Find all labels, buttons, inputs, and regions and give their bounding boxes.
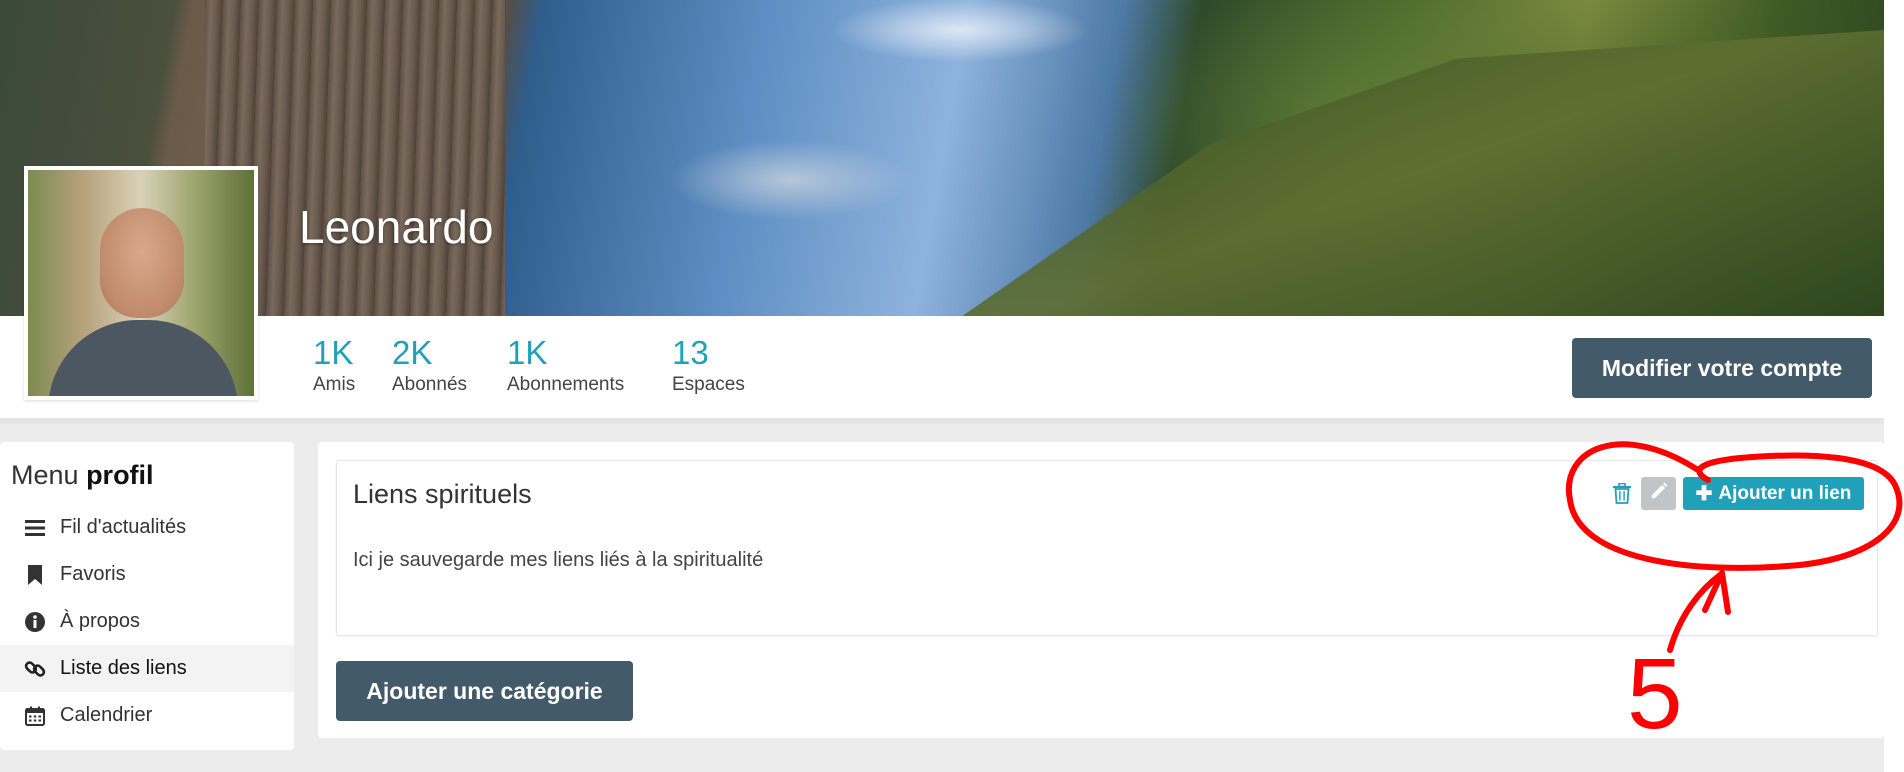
pencil-icon [1649,481,1669,506]
bookmark-icon [22,564,48,585]
stat-label: Amis [313,374,356,395]
sidebar-item-favorites[interactable]: Favoris [0,551,294,598]
category-title: Liens spirituels [353,479,532,509]
sidebar-item-label: Liste des liens [60,657,187,679]
add-link-button[interactable]: ✚ Ajouter un lien [1683,477,1864,510]
plus-icon: ✚ [1695,483,1713,505]
sidebar-item-calendar[interactable]: Calendrier [0,692,294,739]
stat-friends[interactable]: 1K Amis [313,334,355,398]
sidebar-item-label: À propos [60,610,141,632]
calendar-icon [22,706,48,726]
stat-label: Abonnés [392,374,468,395]
avatar-head [100,208,184,318]
profile-menu: Menu profil Fil d'actualités Favoris À p… [0,442,294,750]
trash-icon[interactable] [1613,482,1631,509]
menu-title-prefix: Menu [11,460,79,490]
stat-following[interactable]: 1K Abonnements [507,334,624,398]
menu-title: Menu profil [11,460,154,491]
bars-icon [22,519,48,537]
link-icon [22,658,48,680]
category-description: Ici je sauvegarde mes liens liés à la sp… [353,549,764,571]
stat-value: 1K [313,334,354,371]
sidebar-item-label: Fil d'actualités [60,516,187,538]
cover-banner [0,0,1884,316]
stat-spaces[interactable]: 13 Espaces [672,334,745,398]
avatar[interactable] [24,166,258,400]
cover-lake [640,110,940,240]
edit-account-button[interactable]: Modifier votre compte [1572,338,1872,398]
stat-value: 13 [672,334,709,371]
avatar-shoulders [48,320,238,396]
info-icon [22,611,48,632]
sidebar-item-label: Favoris [60,563,126,585]
add-category-button[interactable]: Ajouter une catégorie [336,661,633,721]
avatar-photo [28,170,254,396]
menu-title-strong: profil [86,460,154,490]
stat-label: Abonnements [507,374,625,395]
edit-category-button[interactable] [1641,477,1676,510]
stat-value: 1K [507,334,548,371]
sidebar-item-links[interactable]: Liste des liens [0,645,294,692]
sidebar-item-about[interactable]: À propos [0,598,294,645]
add-link-label: Ajouter un lien [1718,482,1852,504]
sidebar-item-label: Calendrier [60,704,153,726]
profile-name: Leonardo [299,201,494,253]
stat-value: 2K [392,334,433,371]
stat-followers[interactable]: 2K Abonnés [392,334,467,398]
cover-clouds [780,0,1140,80]
sidebar-item-news-feed[interactable]: Fil d'actualités [0,504,294,551]
stat-label: Espaces [672,374,745,395]
link-category-card: Liens spirituels Ici je sauvegarde mes l… [336,460,1878,636]
